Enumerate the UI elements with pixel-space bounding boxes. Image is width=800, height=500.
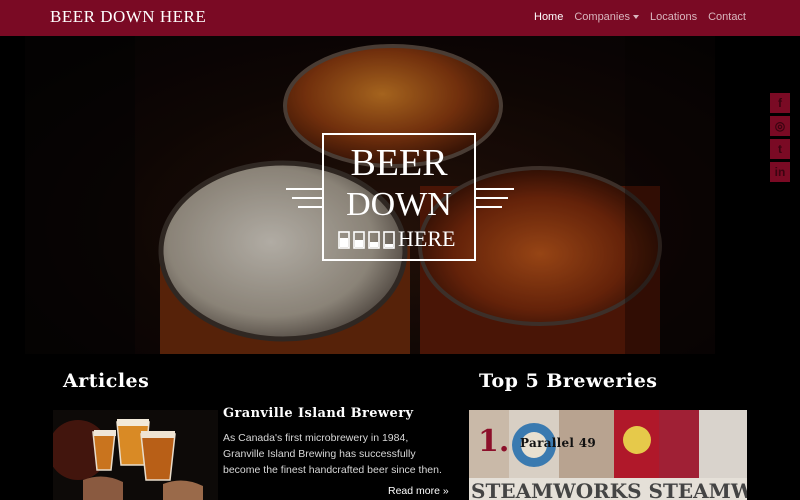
article-title[interactable]: Granville Island Brewery (223, 406, 413, 421)
linkedin-link[interactable]: in (770, 162, 790, 182)
brewery-name[interactable]: Parallel 49 (520, 436, 596, 450)
twitter-link[interactable]: t (770, 139, 790, 159)
logo-right-stripes (476, 188, 514, 208)
logo-word-here: HERE (398, 226, 456, 251)
facebook-link[interactable]: f (770, 93, 790, 113)
caret-down-icon (632, 15, 639, 20)
beer-glasses-icon (338, 231, 395, 249)
instagram-icon: ◎ (774, 119, 786, 133)
nav-locations[interactable]: Locations (650, 11, 697, 23)
brand-logo-text[interactable]: BEER DOWN HERE (50, 7, 206, 27)
hero-logo: BEER DOWN HERE (322, 133, 476, 261)
logo-left-stripes (286, 188, 322, 208)
svg-text:STEAMWORKS STEAMWORK: STEAMWORKS STEAMWORK (471, 479, 747, 500)
brewery-slide-image[interactable]: STEAMWORKS STEAMWORK (469, 410, 747, 500)
beer-toast-image (53, 410, 218, 500)
top-navbar: BEER DOWN HERE Home Companies Locations … (0, 0, 800, 36)
nav-companies[interactable]: Companies (574, 11, 639, 23)
nav-contact[interactable]: Contact (708, 11, 746, 23)
beer-can-labels-image: STEAMWORKS STEAMWORK (469, 410, 747, 500)
linkedin-icon: in (774, 165, 786, 179)
logo-word-beer: BEER (350, 142, 448, 184)
main-nav: Home Companies Locations Contact (534, 11, 746, 23)
instagram-link[interactable]: ◎ (770, 116, 790, 136)
article-thumbnail[interactable] (53, 410, 218, 500)
facebook-icon: f (778, 96, 782, 110)
logo-word-down: DOWN (346, 186, 452, 223)
nav-home[interactable]: Home (534, 11, 563, 23)
nav-companies-label: Companies (574, 11, 630, 23)
read-more-link[interactable]: Read more » (388, 485, 449, 497)
article-description: As Canada's first microbrewery in 1984, … (223, 432, 442, 476)
articles-heading: Articles (63, 370, 150, 392)
social-links: f ◎ t in (770, 93, 790, 185)
twitter-icon: t (778, 142, 782, 156)
breweries-heading: Top 5 Breweries (479, 370, 658, 392)
brewery-rank: 1. (478, 424, 510, 459)
